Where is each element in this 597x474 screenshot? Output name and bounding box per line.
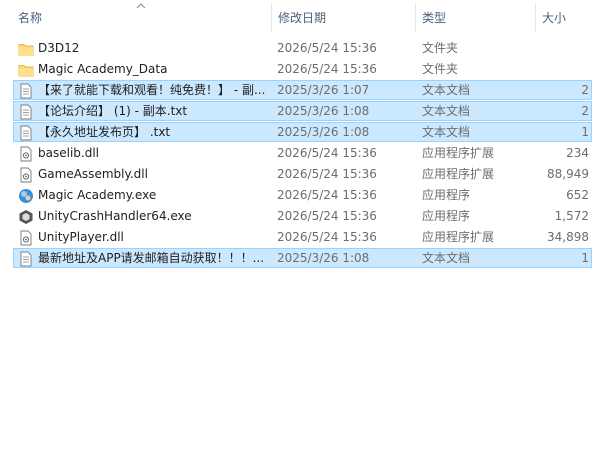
file-type: 文件夹 (422, 41, 459, 55)
column-header-size[interactable]: 大小 (536, 0, 596, 36)
file-name: 最新地址及APP请发邮箱自动获取！！！... (38, 251, 265, 265)
file-size: 2 (581, 83, 589, 97)
dll-file-icon (18, 167, 34, 183)
file-type: 应用程序 (422, 209, 471, 223)
file-row[interactable]: Magic Academy_Data 2026/5/24 15:36 文件夹 (13, 59, 592, 79)
file-size: 652 (566, 188, 589, 202)
file-name: UnityCrashHandler64.exe (38, 209, 192, 223)
file-row[interactable]: UnityPlayer.dll 2026/5/24 15:36 应用程序扩展 34,8… (13, 227, 592, 247)
file-row[interactable]: 【论坛介绍】 (1) - 副本.txt 2025/3/26 1:08 文本文档 2 (13, 101, 592, 121)
file-date-modified: 2026/5/24 15:36 (277, 146, 377, 160)
file-type: 应用程序 (422, 188, 471, 202)
text-file-icon (18, 251, 34, 267)
file-size: 2 (581, 104, 589, 118)
column-header-date[interactable]: 修改日期 (272, 0, 415, 36)
file-row[interactable]: 最新地址及APP请发邮箱自动获取！！！... 2025/3/26 1:08 文本文档… (13, 248, 592, 268)
dll-file-icon (18, 146, 34, 162)
column-header-name[interactable]: 名称 (12, 0, 271, 36)
file-size: 1 (581, 251, 589, 265)
text-file-icon (18, 104, 34, 120)
file-name: 【来了就能下载和观看！纯免费！】 - 副... (38, 83, 266, 97)
file-date-modified: 2025/3/26 1:07 (277, 83, 370, 97)
file-name: baselib.dll (38, 146, 99, 160)
file-size: 1 (581, 125, 589, 139)
file-date-modified: 2026/5/24 15:36 (277, 41, 377, 55)
file-date-modified: 2025/3/26 1:08 (277, 104, 370, 118)
file-date-modified: 2026/5/24 15:36 (277, 62, 377, 76)
file-row[interactable]: Magic Academy.exe 2026/5/24 15:36 应用程序 652 (13, 185, 592, 205)
file-date-modified: 2026/5/24 15:36 (277, 209, 377, 223)
file-type: 应用程序扩展 (422, 167, 495, 181)
file-date-modified: 2026/5/24 15:36 (277, 188, 377, 202)
file-name: GameAssembly.dll (38, 167, 148, 181)
file-row[interactable]: baselib.dll 2026/5/24 15:36 应用程序扩展 234 (13, 143, 592, 163)
file-name: D3D12 (38, 41, 80, 55)
file-type: 应用程序扩展 (422, 146, 495, 160)
file-name: 【永久地址发布页】 .txt (38, 125, 171, 139)
folder-icon (18, 62, 34, 78)
unity-app-icon (18, 209, 34, 225)
file-size: 1,572 (554, 209, 589, 223)
file-date-modified: 2025/3/26 1:08 (277, 125, 370, 139)
file-name: Magic Academy.exe (38, 188, 157, 202)
column-header-bar: 名称 修改日期 类型 大小 (0, 0, 597, 36)
file-type: 文本文档 (422, 251, 471, 265)
file-name: 【论坛介绍】 (1) - 副本.txt (38, 104, 188, 118)
file-size: 88,949 (547, 167, 589, 181)
file-size (534, 39, 589, 57)
file-date-modified: 2026/5/24 15:36 (277, 167, 377, 181)
file-size (534, 60, 589, 78)
file-row[interactable]: D3D12 2026/5/24 15:36 文件夹 (13, 38, 592, 58)
file-type: 文本文档 (422, 104, 471, 118)
text-file-icon (18, 83, 34, 99)
file-row[interactable]: UnityCrashHandler64.exe 2026/5/24 15:36 应用… (13, 206, 592, 226)
file-size: 234 (566, 146, 589, 160)
folder-icon (18, 41, 34, 57)
file-type: 文本文档 (422, 125, 471, 139)
text-file-icon (18, 125, 34, 141)
file-name: Magic Academy_Data (38, 62, 168, 76)
file-row[interactable]: 【来了就能下载和观看！纯免费！】 - 副... 2025/3/26 1:07 文本文… (13, 80, 592, 100)
file-date-modified: 2025/3/26 1:08 (277, 251, 370, 265)
file-row[interactable]: 【永久地址发布页】 .txt 2025/3/26 1:08 文本文档 1 (13, 122, 592, 142)
file-size: 34,898 (547, 230, 589, 244)
file-type: 应用程序扩展 (422, 230, 495, 244)
file-row[interactable]: GameAssembly.dll 2026/5/24 15:36 应用程序扩展 88,… (13, 164, 592, 184)
file-date-modified: 2026/5/24 15:36 (277, 230, 377, 244)
game-app-icon (18, 188, 34, 204)
dll-file-icon (18, 230, 34, 246)
file-type: 文件夹 (422, 62, 459, 76)
file-type: 文本文档 (422, 83, 471, 97)
column-header-type[interactable]: 类型 (416, 0, 535, 36)
file-name: UnityPlayer.dll (38, 230, 124, 244)
